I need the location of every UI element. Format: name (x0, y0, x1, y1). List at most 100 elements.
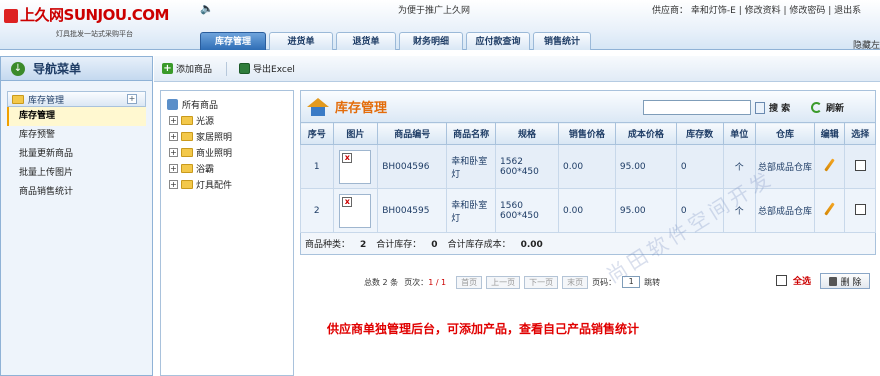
sale-price: 0.00 (558, 188, 616, 233)
jump-button[interactable]: 跳转 (644, 277, 660, 288)
select-cell (844, 144, 876, 189)
product-image[interactable]: x (339, 193, 372, 228)
cost-summary: 合计库存成本： 0.00 (447, 240, 543, 250)
expand-icon[interactable]: + (169, 147, 178, 157)
speaker-icon[interactable]: 🔈 (200, 2, 214, 15)
tab-inventory[interactable]: 库存管理 (200, 32, 266, 50)
sidebar-item-inventory[interactable]: 库存管理 (7, 107, 146, 126)
tree-node-light-source[interactable]: + 光源 (169, 112, 293, 128)
logo-icon (4, 8, 18, 23)
refresh-label: 刷新 (826, 104, 845, 114)
search-label: 搜 索 (769, 104, 791, 114)
tree-root-label: 所有商品 (182, 101, 219, 111)
tab-payable-query[interactable]: 应付款查询 (466, 32, 530, 50)
hide-left-link[interactable]: 隐藏左 (853, 38, 880, 51)
sidebar-item-batch-update[interactable]: 批量更新商品 (7, 145, 146, 164)
search-button[interactable]: 搜 索 (755, 101, 790, 114)
sidebar-section-inventory[interactable]: 库存管理 + (7, 91, 146, 107)
panel-header: 库存管理 搜 索 刷新 (300, 90, 876, 122)
tab-return-order[interactable]: 退货单 (336, 32, 396, 50)
change-password-link[interactable]: 修改密码 (789, 6, 825, 16)
select-cell (844, 188, 876, 233)
add-product-label: 添加商品 (176, 65, 213, 75)
toolbar-divider (226, 61, 228, 76)
logo-en: SUNJOU.COM (63, 6, 170, 24)
tree-node-commercial-lighting[interactable]: + 商业照明 (169, 144, 293, 160)
select-all-checkbox[interactable] (776, 275, 787, 286)
trash-icon (828, 276, 837, 286)
column-header: 商品名称 (446, 122, 497, 145)
last-page-button[interactable]: 末页 (562, 275, 589, 289)
expand-icon[interactable]: + (169, 115, 178, 125)
product-spec: 1560 600*450 (495, 188, 559, 233)
product-code: BH004595 (377, 188, 448, 233)
broken-image-icon: x (342, 196, 353, 207)
supplier-name: 幸和灯饰-E (690, 6, 736, 16)
search-input[interactable] (643, 100, 751, 115)
export-excel-label: 导出Excel (253, 65, 295, 75)
edit-cell (813, 188, 846, 233)
first-page-button[interactable]: 首页 (456, 275, 483, 289)
expand-icon[interactable]: + (169, 163, 178, 173)
column-header: 选择 (844, 122, 876, 145)
tab-purchase-order[interactable]: 进货单 (269, 32, 333, 50)
column-header: 库存数 (675, 122, 724, 145)
left-sidebar: ↓ 导航菜单 库存管理 + 库存管理 库存预警 批量更新商品 批量上传图片 商品… (0, 56, 153, 376)
table-row[interactable]: 2 x BH004595 幸和卧室灯 1560 600*450 0.00 95.… (300, 188, 876, 233)
table-row[interactable]: 1 x BH004596 幸和卧室灯 1562 600*450 0.00 95.… (300, 144, 876, 189)
folder-icon (181, 163, 193, 173)
tab-finance-detail[interactable]: 财务明细 (399, 32, 463, 50)
product-name: 幸和卧室灯 (446, 188, 497, 233)
sidebar-item-stock-alert[interactable]: 库存预警 (7, 126, 146, 145)
prev-page-button[interactable]: 上一页 (486, 275, 521, 289)
edit-profile-link[interactable]: 修改资料 (745, 6, 781, 16)
supplier-label: 供应商： (652, 6, 689, 16)
expand-icon[interactable]: + (169, 179, 178, 189)
next-page-button[interactable]: 下一页 (524, 275, 559, 289)
nav-menu-header: ↓ 导航菜单 (1, 57, 152, 81)
column-header: 规格 (495, 122, 559, 145)
add-product-button[interactable]: + 添加商品 (162, 62, 212, 75)
excel-icon (239, 63, 251, 74)
column-header: 编辑 (813, 122, 846, 145)
pages-label: 页次： (404, 277, 429, 287)
sidebar-item-sales-stats[interactable]: 商品销售统计 (7, 183, 146, 202)
promo-caption: 供应商单独管理后台，可添加产品，查看自己产品销售统计 (327, 322, 640, 336)
tree-node-home-lighting[interactable]: + 家居照明 (169, 128, 293, 144)
expand-icon[interactable]: + (169, 131, 178, 141)
total-count: 总数 2 条 (364, 277, 399, 287)
table-header-row: 序号 图片 商品编号 商品名称 规格 销售价格 成本价格 库存数 单位 仓库 编… (300, 122, 876, 145)
site-slogan: 灯具批发一站式采购平台 (56, 30, 133, 38)
broken-image-icon: x (342, 152, 353, 163)
select-all[interactable]: 全选 (776, 274, 811, 287)
delete-button[interactable]: 删 除 (820, 273, 870, 289)
product-image[interactable]: x (339, 149, 372, 184)
tree-node-lamp-parts[interactable]: + 灯具配件 (169, 176, 293, 192)
export-excel-button[interactable]: 导出Excel (239, 62, 295, 75)
sidebar-item-batch-upload[interactable]: 批量上传图片 (7, 164, 146, 183)
nav-menu-title: 导航菜单 (33, 62, 82, 76)
tree-node-bath-heater[interactable]: + 浴霸 (169, 160, 293, 176)
tree-node-label: 灯具配件 (196, 180, 233, 191)
row-checkbox[interactable] (854, 203, 866, 215)
summary-row: 商品种类： 2 合计库存： 0 合计库存成本： 0.00 (300, 233, 876, 255)
refresh-button[interactable]: 刷新 (811, 101, 844, 114)
column-header: 商品编号 (377, 122, 448, 145)
logout-link[interactable]: 退出系 (834, 6, 861, 16)
folder-icon (181, 179, 193, 189)
expand-icon[interactable]: + (127, 94, 137, 104)
supplier-info: 供应商： 幸和灯饰-E | 修改资料 | 修改密码 | 退出系 (652, 6, 862, 16)
pencil-icon[interactable] (824, 202, 835, 216)
search-icon (755, 101, 765, 114)
house-icon (307, 97, 329, 116)
plus-icon: + (162, 63, 173, 74)
tree-root[interactable]: 所有商品 (167, 97, 293, 112)
pencil-icon[interactable] (824, 158, 835, 172)
product-code: BH004596 (377, 144, 448, 189)
row-number: 2 (300, 188, 334, 233)
tree-node-label: 商业照明 (196, 148, 233, 159)
stock-count: 0 (675, 144, 724, 189)
row-checkbox[interactable] (854, 159, 866, 171)
tab-sales-stats[interactable]: 销售统计 (533, 32, 591, 50)
site-logo[interactable]: 上久网SUNJOU.COM (4, 4, 169, 25)
